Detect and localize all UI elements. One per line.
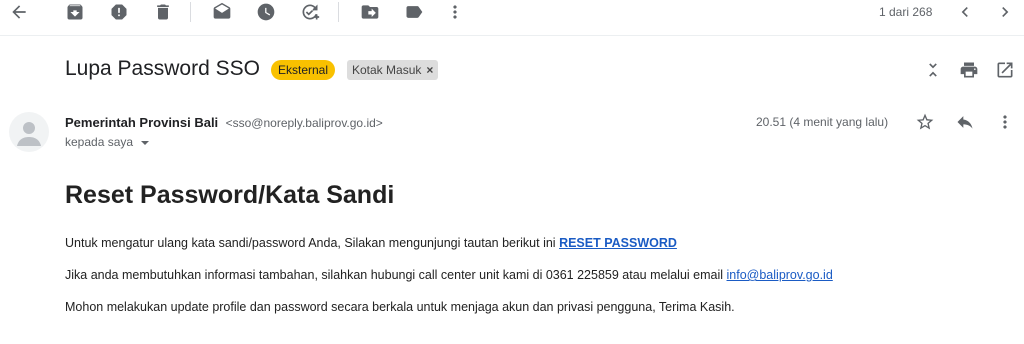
email-link[interactable]: info@baliprov.go.id xyxy=(727,268,833,282)
toolbar-divider xyxy=(190,2,191,22)
inbox-label-chip[interactable]: Kotak Masuk × xyxy=(347,60,439,80)
open-new-window-icon[interactable] xyxy=(994,59,1016,81)
report-spam-icon[interactable] xyxy=(108,1,130,23)
newer-chevron-left-icon[interactable] xyxy=(954,1,976,23)
print-icon[interactable] xyxy=(958,59,980,81)
sender-name[interactable]: Pemerintah Provinsi Bali xyxy=(65,115,218,130)
reset-paragraph-text: Untuk mengatur ulang kata sandi/password… xyxy=(65,236,560,250)
contact-paragraph-text: Jika anda membutuhkan informasi tambahan… xyxy=(65,268,727,282)
body-paragraph-closing: Mohon melakukan update profile dan passw… xyxy=(65,300,735,314)
recipient-text: kepada saya xyxy=(65,135,134,149)
person-icon xyxy=(17,122,41,146)
snooze-icon[interactable] xyxy=(255,1,277,23)
more-vert-icon[interactable] xyxy=(444,1,466,23)
reset-password-link[interactable]: RESET PASSWORD xyxy=(559,236,677,250)
inbox-label-text: Kotak Masuk xyxy=(352,63,422,77)
external-badge: Eksternal xyxy=(271,60,336,80)
label-icon[interactable] xyxy=(403,1,425,23)
collapse-all-icon[interactable] xyxy=(922,59,944,81)
sender-line: Pemerintah Provinsi Bali <sso@noreply.ba… xyxy=(65,114,383,132)
body-heading: Reset Password/Kata Sandi xyxy=(65,181,395,209)
back-arrow-icon[interactable] xyxy=(8,1,30,23)
recipient-details-toggle[interactable]: kepada saya xyxy=(65,135,150,149)
reply-icon[interactable] xyxy=(954,111,976,133)
star-icon[interactable] xyxy=(914,111,936,133)
toolbar-divider-line xyxy=(0,35,1024,36)
remove-label-icon[interactable]: × xyxy=(426,60,433,80)
older-chevron-right-icon[interactable] xyxy=(994,1,1016,23)
body-paragraph-contact: Jika anda membutuhkan informasi tambahan… xyxy=(65,268,833,282)
toolbar-divider xyxy=(338,2,339,22)
message-more-icon[interactable] xyxy=(994,111,1016,133)
archive-icon[interactable] xyxy=(64,1,86,23)
move-to-icon[interactable] xyxy=(359,1,381,23)
sender-avatar[interactable] xyxy=(9,112,49,152)
message-time: 20.51 (4 menit yang lalu) xyxy=(756,115,889,129)
pager-count: 1 dari 268 xyxy=(879,5,933,19)
sender-email: <sso@noreply.baliprov.go.id> xyxy=(225,116,383,130)
caret-down-icon xyxy=(141,140,150,145)
message-toolbar: 1 dari 268 xyxy=(0,0,1024,25)
subject-title: Lupa Password SSO xyxy=(65,57,260,80)
mark-unread-icon[interactable] xyxy=(211,1,233,23)
add-task-icon[interactable] xyxy=(299,1,321,23)
body-paragraph-reset: Untuk mengatur ulang kata sandi/password… xyxy=(65,236,677,250)
delete-icon[interactable] xyxy=(152,1,174,23)
